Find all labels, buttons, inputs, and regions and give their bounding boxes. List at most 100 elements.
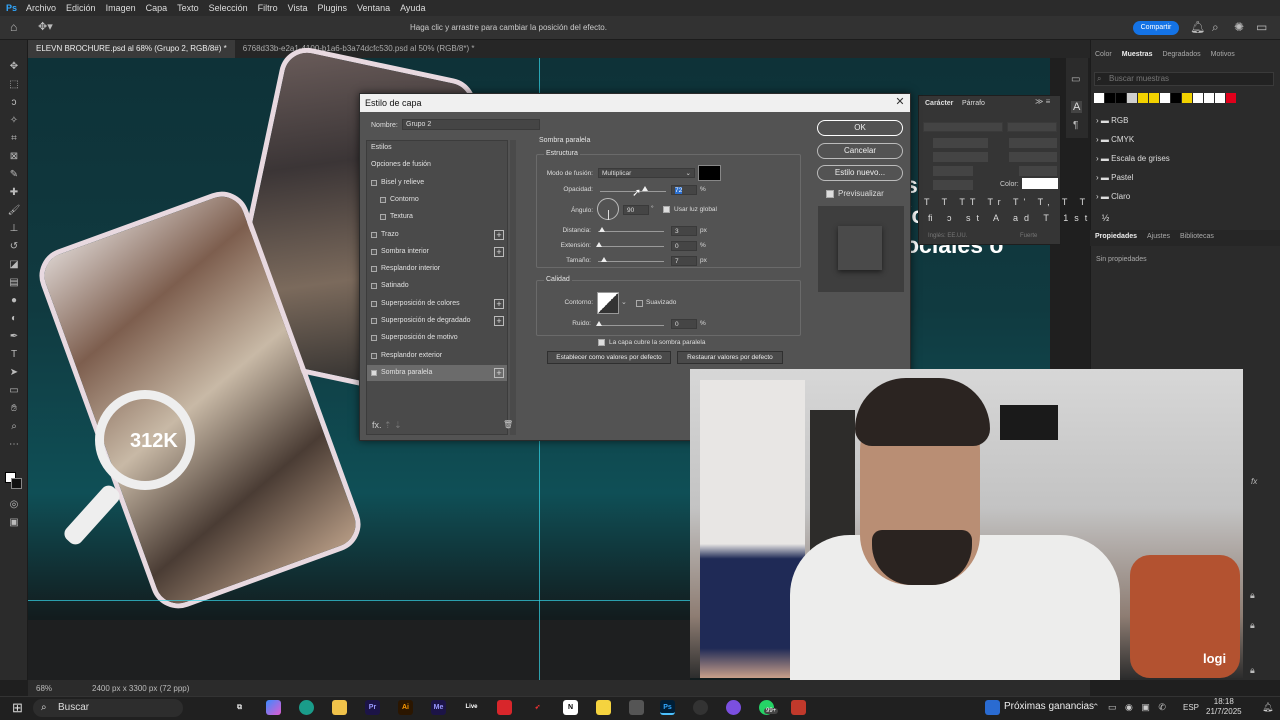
move-up-icon[interactable]: ⇡: [384, 420, 392, 430]
color-swatch[interactable]: [1116, 93, 1126, 103]
style-checkbox[interactable]: [371, 300, 377, 307]
style-item[interactable]: Satinado: [367, 278, 507, 294]
noise-slider[interactable]: [598, 325, 664, 326]
menu-ventana[interactable]: Ventana: [352, 3, 395, 13]
history-brush-icon[interactable]: ↺: [7, 240, 21, 254]
style-item[interactable]: Textura: [367, 209, 507, 225]
type-style-buttons[interactable]: T T TT Tr T' T, T T: [924, 197, 1090, 207]
baseline-shift-field[interactable]: [933, 180, 973, 190]
tab-parrafo[interactable]: Párrafo: [962, 100, 985, 107]
clone-stamp-icon[interactable]: ⊥: [7, 222, 21, 236]
sticky-notes-icon[interactable]: [596, 700, 611, 715]
new-style-button[interactable]: Estilo nuevo...: [817, 165, 903, 181]
style-checkbox[interactable]: [371, 318, 377, 324]
style-item[interactable]: Resplandor exterior: [367, 348, 507, 364]
color-swatch[interactable]: [1094, 93, 1104, 103]
eraser-icon[interactable]: ◪: [7, 258, 21, 272]
antialias-select[interactable]: Fuerte: [1020, 233, 1037, 239]
news-icon[interactable]: [985, 700, 1000, 715]
share-button[interactable]: Compartir: [1133, 21, 1179, 35]
trash-icon[interactable]: 🗑︎: [503, 420, 513, 429]
app-icon[interactable]: [629, 700, 644, 715]
lasso-icon[interactable]: ↄ: [7, 96, 21, 110]
copilot-icon[interactable]: [266, 700, 281, 715]
spread-field[interactable]: 0: [671, 241, 697, 251]
style-item[interactable]: Estilos: [367, 140, 507, 156]
obs-icon[interactable]: [726, 700, 741, 715]
opacity-slider-thumb[interactable]: [642, 186, 648, 191]
vertical-scale-field[interactable]: [933, 166, 973, 176]
hand-icon[interactable]: ✋︎: [7, 402, 21, 416]
tab-ajustes[interactable]: Ajustes: [1142, 230, 1175, 246]
text-panel-icon[interactable]: A: [1071, 101, 1083, 113]
color-swatch[interactable]: [1138, 93, 1148, 103]
spread-slider[interactable]: [598, 246, 664, 247]
chevron-down-icon[interactable]: ⌄: [621, 298, 627, 306]
knockout-checkbox[interactable]: [598, 339, 605, 346]
notion-icon[interactable]: N: [563, 700, 578, 715]
make-default-button[interactable]: Establecer como valores por defecto: [547, 351, 671, 364]
tray-icons[interactable]: ⌃ ▭ ◉ ▣ ✆: [1092, 702, 1169, 713]
home-icon[interactable]: ⌂: [10, 20, 17, 34]
frame-icon[interactable]: ⊠: [7, 150, 21, 164]
add-style-icon[interactable]: +: [494, 298, 504, 309]
tab-second-document[interactable]: 6768d33b-e2a1-4100-b1a6-b3a74dcfc530.psd…: [235, 40, 483, 58]
fx-menu-button[interactable]: fx. ⇡ ⇣: [372, 420, 402, 431]
menu-capa[interactable]: Capa: [141, 3, 173, 13]
distance-slider-thumb[interactable]: [599, 227, 605, 232]
healing-brush-icon[interactable]: ✚: [7, 186, 21, 200]
task-view-icon[interactable]: ⧉: [232, 700, 247, 715]
angle-field[interactable]: 90: [623, 205, 649, 215]
antialias-checkbox[interactable]: [636, 300, 643, 307]
acrobat-icon[interactable]: [497, 700, 512, 715]
screen-mode-icon[interactable]: ▣: [7, 516, 21, 530]
shadow-color-swatch[interactable]: [698, 165, 721, 181]
move-tool-icon[interactable]: ✥▾: [38, 20, 53, 33]
menu-vista[interactable]: Vista: [283, 3, 313, 13]
size-slider-thumb[interactable]: [601, 257, 607, 262]
tab-propiedades[interactable]: Propiedades: [1090, 230, 1142, 246]
style-checkbox[interactable]: [371, 266, 377, 273]
quick-mask-icon[interactable]: ◎: [7, 498, 21, 512]
path-selection-icon[interactable]: ➤: [7, 366, 21, 380]
font-family-select[interactable]: [923, 122, 1003, 132]
spread-slider-thumb[interactable]: [596, 242, 602, 247]
leading-field[interactable]: [1009, 138, 1057, 148]
tab-motivos[interactable]: Motivos: [1206, 48, 1240, 64]
move-icon[interactable]: ✥: [7, 60, 21, 74]
name-input[interactable]: Grupo 2: [402, 119, 540, 130]
tab-caracter[interactable]: Carácter: [925, 100, 953, 107]
style-checkbox[interactable]: [371, 248, 377, 255]
style-checkbox[interactable]: [380, 196, 386, 203]
ableton-live-icon[interactable]: Live: [464, 700, 479, 715]
color-swatch[interactable]: [1105, 93, 1115, 103]
brush-icon[interactable]: 🖌︎: [7, 204, 21, 218]
swatch-search-input[interactable]: ⌕ Buscar muestras: [1094, 72, 1274, 86]
crop-icon[interactable]: ⌗: [7, 132, 21, 146]
angle-dial[interactable]: [597, 198, 619, 220]
styles-scrollbar[interactable]: [510, 140, 516, 435]
blend-mode-select[interactable]: Multiplicar ⌄: [598, 168, 695, 178]
style-item[interactable]: Trazo +: [367, 227, 507, 243]
dodge-icon[interactable]: ◐: [7, 312, 21, 326]
color-swatch[interactable]: [1193, 93, 1203, 103]
bell-icon[interactable]: 🔔︎: [1190, 20, 1205, 34]
character-panel-collapse-icon[interactable]: ≫ ≡: [1035, 97, 1050, 106]
color-swatch[interactable]: [1215, 93, 1225, 103]
style-checkbox[interactable]: [371, 369, 377, 376]
style-checkbox[interactable]: [371, 335, 377, 342]
add-style-icon[interactable]: +: [494, 367, 504, 378]
opacity-field[interactable]: 72: [671, 185, 697, 195]
swatch-folder-grayscale[interactable]: › ▬ Escala de grises: [1096, 154, 1170, 163]
color-swatch[interactable]: [1226, 93, 1236, 103]
cancel-button[interactable]: Cancelar: [817, 143, 903, 159]
contour-picker[interactable]: [597, 292, 619, 314]
opentype-buttons[interactable]: ﬁ ↄ st A ad T 1st ½: [928, 213, 1115, 223]
noise-field[interactable]: 0: [671, 319, 697, 329]
gradient-icon[interactable]: ▤: [7, 276, 21, 290]
text-color-swatch[interactable]: [1022, 178, 1058, 189]
color-swatch[interactable]: [1204, 93, 1214, 103]
style-item[interactable]: Opciones de fusión: [367, 157, 507, 173]
style-checkbox[interactable]: [371, 179, 377, 186]
photoshop-logo-icon[interactable]: Ps: [6, 3, 17, 13]
